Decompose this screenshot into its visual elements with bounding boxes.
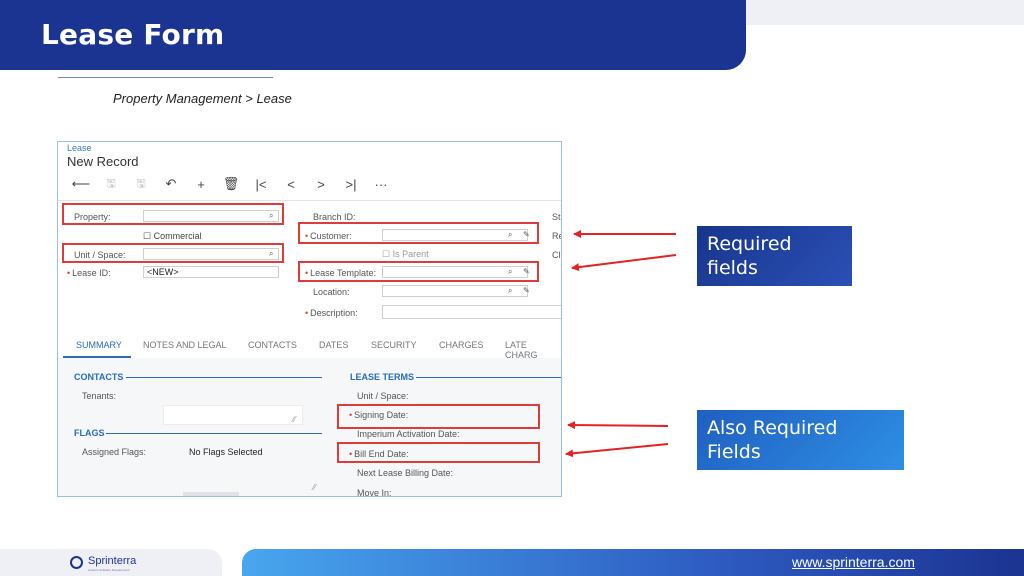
- lease-terms-section-header: LEASE TERMS: [350, 372, 415, 382]
- lease-id-input[interactable]: <NEW>: [143, 266, 279, 278]
- add-icon[interactable]: +: [186, 177, 216, 192]
- slide-title: Lease Form: [41, 18, 225, 51]
- tab-bar: SUMMARY NOTES AND LEGAL CONTACTS DATES S…: [58, 332, 561, 360]
- save-icon[interactable]: 🖫: [96, 175, 126, 194]
- delete-icon[interactable]: 🗑: [216, 176, 246, 192]
- tab-contacts[interactable]: CONTACTS: [248, 340, 297, 350]
- location-label: Location:: [313, 287, 350, 297]
- scroll-handle[interactable]: [183, 492, 239, 496]
- tab-dates[interactable]: DATES: [319, 340, 348, 350]
- is-parent-label: Is Parent: [392, 249, 429, 259]
- property-highlight: [62, 203, 284, 225]
- first-record-icon[interactable]: |<: [246, 177, 276, 192]
- back-icon[interactable]: ⟵: [66, 176, 96, 192]
- lease-id-label: • Lease ID:: [67, 268, 111, 278]
- required-fields-callout: Required fields: [697, 226, 852, 286]
- sprinterra-logo-icon: [70, 556, 83, 569]
- next-record-icon[interactable]: >: [306, 177, 336, 192]
- breadcrumb-rule: [58, 77, 273, 78]
- arrow-to-lease-template: [571, 254, 677, 272]
- undo-icon[interactable]: ↶: [156, 176, 186, 192]
- tab-security[interactable]: SECURITY: [371, 340, 417, 350]
- screen-breadcrumb[interactable]: Lease: [67, 143, 92, 153]
- logo-subtext: Custom Software Development: [88, 568, 130, 572]
- tab-notes-and-legal[interactable]: NOTES AND LEGAL: [143, 340, 227, 350]
- next-lease-billing-date-label: Next Lease Billing Date:: [357, 468, 454, 478]
- commercial-label: Commercial: [153, 231, 202, 241]
- flags-section-rule: [106, 433, 322, 434]
- logo-text: Sprinterra: [88, 555, 137, 567]
- last-record-icon[interactable]: >|: [336, 177, 366, 192]
- description-label: • Description:: [305, 308, 358, 318]
- more-icon[interactable]: ···: [366, 177, 396, 192]
- cut-off-label-st: St: [552, 212, 561, 222]
- lease-terms-section-rule: [416, 377, 561, 378]
- also-required-fields-callout: Also Required Fields: [697, 410, 904, 470]
- header-strip: [746, 0, 1024, 25]
- flags-resize-icon[interactable]: ⁄⁄: [313, 483, 316, 492]
- description-input[interactable]: [382, 305, 561, 319]
- tab-summary[interactable]: SUMMARY: [76, 340, 122, 350]
- slide-header: Lease Form: [0, 0, 746, 70]
- location-search-icon[interactable]: ⌕: [508, 286, 512, 296]
- move-in-label: Move In:: [357, 488, 392, 497]
- tab-late-charges[interactable]: LATE CHARG: [505, 340, 561, 360]
- signing-date-highlight: [337, 404, 540, 429]
- bill-end-date-highlight: [337, 442, 540, 463]
- toolbar-divider: [58, 200, 561, 201]
- contacts-section-rule: [126, 377, 322, 378]
- tenants-box[interactable]: [163, 405, 303, 425]
- tenants-resize-icon[interactable]: ⁄⁄: [293, 415, 296, 424]
- location-edit-icon[interactable]: ✎: [523, 286, 530, 295]
- imperium-activation-date-label: Imperium Activation Date:: [357, 429, 460, 439]
- flags-section-header: FLAGS: [74, 428, 105, 438]
- assigned-flags-value: No Flags Selected: [189, 447, 263, 457]
- lease-template-highlight: [298, 261, 539, 282]
- record-title: New Record: [67, 154, 139, 169]
- commercial-checkbox[interactable]: ☐ Commercial: [143, 231, 202, 242]
- customer-highlight: [298, 222, 539, 244]
- prev-record-icon[interactable]: <: [276, 177, 306, 192]
- is-parent-checkbox[interactable]: ☐ Is Parent: [382, 249, 429, 260]
- save-close-icon[interactable]: 🖫: [126, 175, 156, 194]
- breadcrumb: Property Management > Lease: [113, 91, 292, 106]
- cut-off-label-re: Re: [552, 231, 561, 241]
- lease-screen: Lease New Record ⟵ 🖫 🖫 ↶ + 🗑 |< < > >| ·…: [57, 141, 562, 497]
- arrow-to-signing-date: [567, 421, 669, 430]
- contacts-section-header: CONTACTS: [74, 372, 124, 382]
- toolbar: ⟵ 🖫 🖫 ↶ + 🗑 |< < > >| ···: [66, 176, 396, 192]
- assigned-flags-label: Assigned Flags:: [82, 447, 147, 457]
- unit-space-highlight: [62, 243, 284, 263]
- website-link[interactable]: www.sprinterra.com: [792, 554, 915, 570]
- location-input[interactable]: [382, 285, 528, 297]
- tab-charges[interactable]: CHARGES: [439, 340, 484, 350]
- tenants-label: Tenants:: [82, 391, 117, 401]
- lease-terms-unit-space-label: Unit / Space:: [357, 391, 409, 401]
- cut-off-label-cl: Cl: [552, 250, 561, 260]
- arrow-to-bill-end-date: [565, 443, 669, 458]
- branch-id-label: Branch ID:: [313, 212, 356, 222]
